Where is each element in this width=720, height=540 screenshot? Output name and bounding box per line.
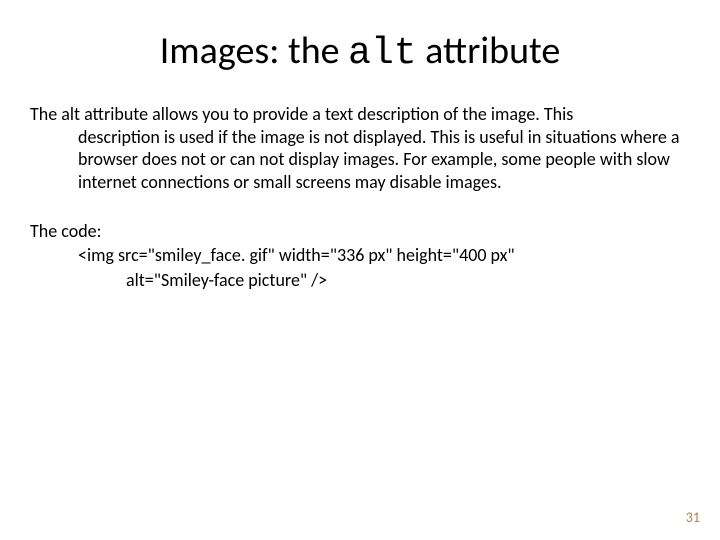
code-line-1: <img src="smiley_face. gif" width="336 p… [30, 243, 690, 267]
title-suffix: attribute [417, 28, 561, 74]
code-lead: The code: [30, 219, 690, 243]
code-example: The code: <img src="smiley_face. gif" wi… [30, 219, 690, 292]
slide-title: Images: the alt attribute [30, 28, 690, 75]
page-number: 31 [686, 509, 700, 526]
title-code: alt [348, 32, 416, 75]
paragraph-line-first: The alt attribute allows you to provide … [30, 103, 690, 126]
paragraph-line-rest: description is used if the image is not … [30, 126, 690, 194]
code-line-2: alt="Smiley-face picture" /> [30, 268, 690, 292]
title-prefix: Images: the [160, 28, 348, 74]
description-paragraph: The alt attribute allows you to provide … [30, 103, 690, 193]
